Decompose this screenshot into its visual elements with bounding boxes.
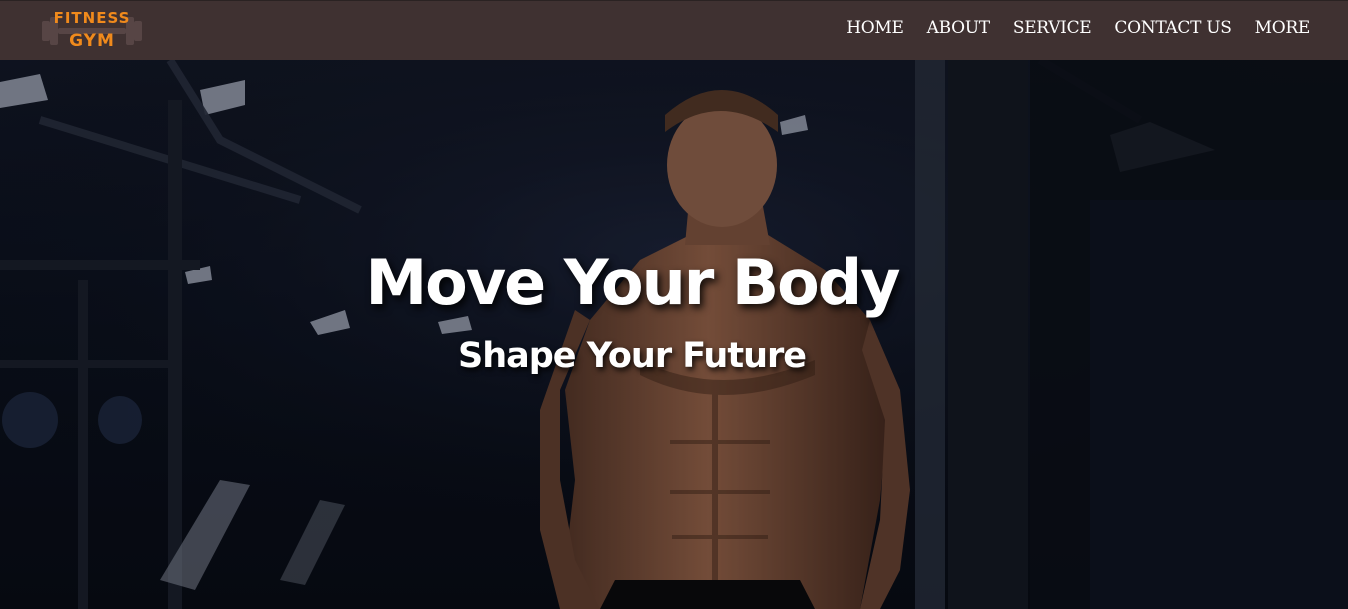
hero-overlay xyxy=(0,60,1348,609)
hero-title: Move Your Body xyxy=(365,246,900,319)
nav-contact-us[interactable]: CONTACT US xyxy=(1114,18,1232,38)
logo-text-fitness: FITNESS xyxy=(53,9,131,27)
hero-section: Move Your Body Shape Your Future xyxy=(0,60,1348,609)
logo-text-gym: GYM xyxy=(69,31,115,51)
nav-service[interactable]: SERVICE xyxy=(1013,18,1092,38)
nav-about[interactable]: ABOUT xyxy=(927,18,991,38)
nav-home[interactable]: HOME xyxy=(846,18,904,38)
hero-subtitle: Shape Your Future xyxy=(458,336,807,376)
main-nav: HOME ABOUT SERVICE CONTACT US MORE xyxy=(846,18,1310,38)
nav-more[interactable]: MORE xyxy=(1255,18,1311,38)
navbar: FITNESS GYM HOME ABOUT SERVICE CONTACT U… xyxy=(0,0,1348,60)
logo[interactable]: FITNESS GYM xyxy=(40,7,144,55)
